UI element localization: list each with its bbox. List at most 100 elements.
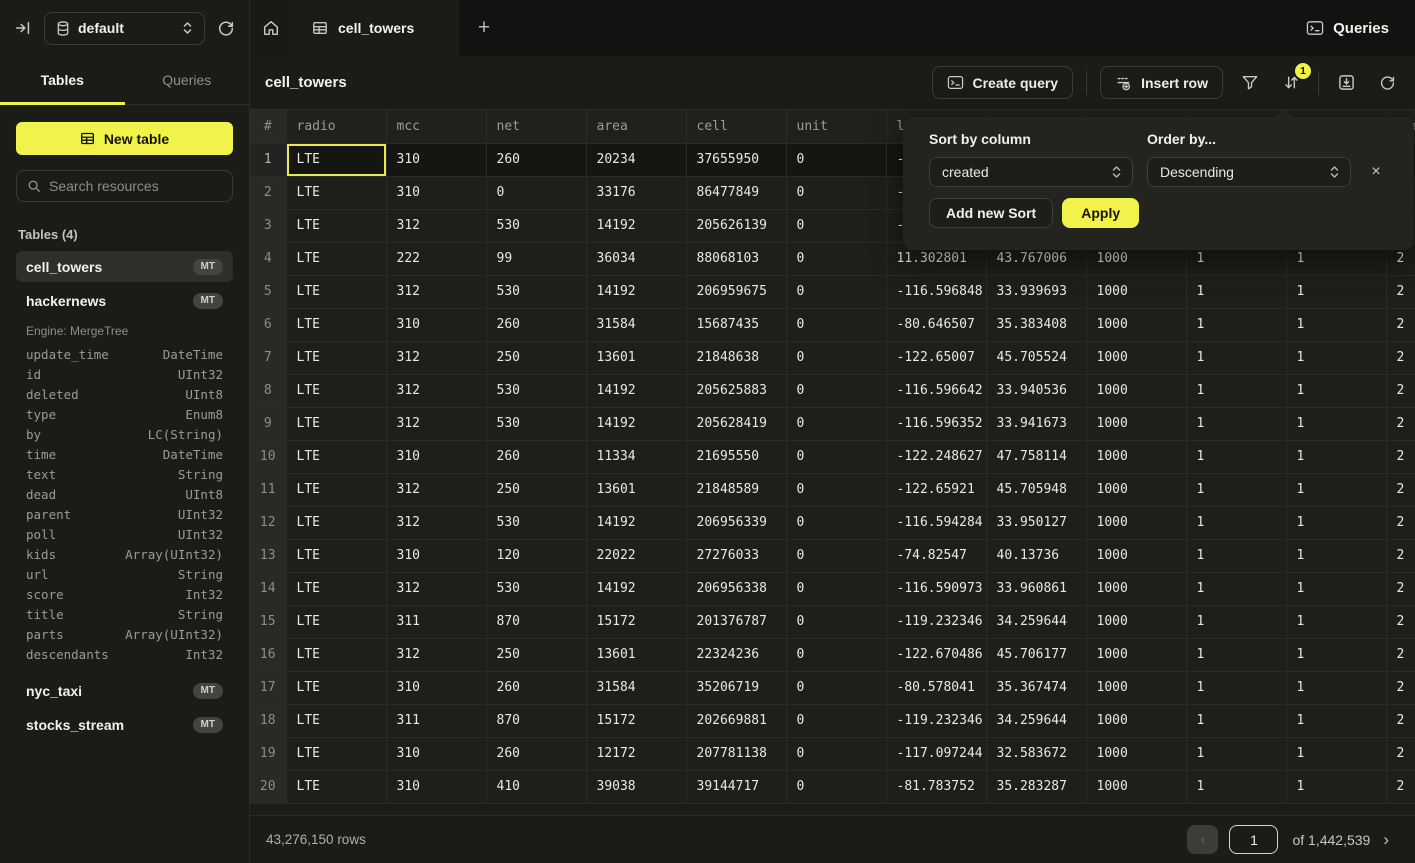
data-cell[interactable]: 37655950 [686, 143, 786, 176]
data-cell[interactable]: 1 [1286, 275, 1386, 308]
tab-cell-towers[interactable]: cell_towers [292, 0, 459, 56]
remove-sort-button[interactable]: × [1365, 163, 1387, 181]
data-cell[interactable]: LTE [286, 176, 386, 209]
data-cell[interactable]: 1 [1286, 407, 1386, 440]
data-cell[interactable]: 45.705524 [986, 341, 1086, 374]
data-cell[interactable]: 2 [1386, 737, 1415, 770]
column-header-radio[interactable]: radio [286, 110, 386, 143]
data-cell[interactable]: -116.596848 [886, 275, 986, 308]
data-cell[interactable]: 40.13736 [986, 539, 1086, 572]
home-button[interactable] [250, 0, 292, 56]
data-cell[interactable]: 13601 [586, 638, 686, 671]
data-cell[interactable]: 0 [786, 506, 886, 539]
data-cell[interactable]: 14192 [586, 275, 686, 308]
data-cell[interactable]: 33176 [586, 176, 686, 209]
sort-order-select[interactable]: Descending [1147, 157, 1351, 187]
data-cell[interactable]: LTE [286, 737, 386, 770]
data-cell[interactable]: 311 [386, 704, 486, 737]
data-cell[interactable]: 202669881 [686, 704, 786, 737]
data-cell[interactable]: 250 [486, 341, 586, 374]
data-cell[interactable]: 0 [786, 440, 886, 473]
data-cell[interactable]: 530 [486, 374, 586, 407]
data-cell[interactable]: 2 [1386, 638, 1415, 671]
data-cell[interactable]: 1000 [1086, 539, 1186, 572]
data-cell[interactable]: 250 [486, 638, 586, 671]
new-tab-button[interactable]: + [459, 0, 509, 56]
data-cell[interactable]: 260 [486, 671, 586, 704]
download-button[interactable] [1332, 69, 1360, 97]
data-cell[interactable]: -119.232346 [886, 704, 986, 737]
data-cell[interactable]: 0 [786, 572, 886, 605]
data-cell[interactable]: 1 [1186, 671, 1286, 704]
data-cell[interactable]: 1000 [1086, 572, 1186, 605]
data-cell[interactable]: 1 [1186, 341, 1286, 374]
data-cell[interactable]: -116.596352 [886, 407, 986, 440]
column-header-cell[interactable]: cell [686, 110, 786, 143]
data-cell[interactable]: 2 [1386, 308, 1415, 341]
data-cell[interactable]: 1 [1186, 605, 1286, 638]
data-cell[interactable]: 35.367474 [986, 671, 1086, 704]
data-cell[interactable]: 260 [486, 737, 586, 770]
data-cell[interactable]: 1000 [1086, 638, 1186, 671]
data-cell[interactable]: 310 [386, 539, 486, 572]
data-cell[interactable]: 0 [786, 737, 886, 770]
data-cell[interactable]: 0 [786, 605, 886, 638]
refresh-table-button[interactable] [1373, 69, 1401, 97]
data-cell[interactable]: LTE [286, 605, 386, 638]
data-cell[interactable]: 2 [1386, 473, 1415, 506]
data-cell[interactable]: 250 [486, 473, 586, 506]
data-cell[interactable]: 1000 [1086, 407, 1186, 440]
data-cell[interactable]: 20234 [586, 143, 686, 176]
data-cell[interactable]: LTE [286, 770, 386, 803]
data-cell[interactable]: 13601 [586, 341, 686, 374]
data-cell[interactable]: LTE [286, 473, 386, 506]
data-cell[interactable]: LTE [286, 506, 386, 539]
previous-page-button[interactable]: ‹ [1187, 825, 1218, 854]
data-cell[interactable]: 1000 [1086, 473, 1186, 506]
data-cell[interactable]: 1 [1286, 671, 1386, 704]
data-cell[interactable]: 310 [386, 143, 486, 176]
data-cell[interactable]: 14192 [586, 407, 686, 440]
data-cell[interactable]: 530 [486, 275, 586, 308]
data-cell[interactable]: -122.65007 [886, 341, 986, 374]
data-cell[interactable]: LTE [286, 242, 386, 275]
sidebar-item-hackernews[interactable]: hackernews MT [16, 285, 233, 316]
data-cell[interactable]: 530 [486, 209, 586, 242]
data-cell[interactable]: 205628419 [686, 407, 786, 440]
data-cell[interactable]: 0 [786, 143, 886, 176]
data-cell[interactable]: 310 [386, 770, 486, 803]
data-cell[interactable]: 1 [1286, 770, 1386, 803]
refresh-databases-icon[interactable] [217, 19, 235, 37]
data-cell[interactable]: 31584 [586, 308, 686, 341]
data-cell[interactable]: 0 [786, 374, 886, 407]
data-cell[interactable]: 0 [786, 341, 886, 374]
data-cell[interactable]: 1 [1186, 572, 1286, 605]
data-cell[interactable]: 2 [1386, 572, 1415, 605]
data-cell[interactable]: 1 [1286, 440, 1386, 473]
data-cell[interactable]: 1000 [1086, 506, 1186, 539]
data-cell[interactable]: 1 [1186, 473, 1286, 506]
data-cell[interactable]: 1 [1286, 374, 1386, 407]
sort-button[interactable]: 1 [1277, 69, 1305, 97]
data-cell[interactable]: LTE [286, 407, 386, 440]
data-cell[interactable]: -122.670486 [886, 638, 986, 671]
data-cell[interactable]: 33.940536 [986, 374, 1086, 407]
data-cell[interactable]: 11334 [586, 440, 686, 473]
sidebar-item-stocks-stream[interactable]: stocks_stream MT [16, 709, 233, 740]
data-cell[interactable]: 870 [486, 704, 586, 737]
queries-button[interactable]: Queries [1306, 0, 1415, 56]
data-cell[interactable]: 312 [386, 275, 486, 308]
data-cell[interactable]: 34.259644 [986, 605, 1086, 638]
data-cell[interactable]: LTE [286, 572, 386, 605]
data-cell[interactable]: 206956339 [686, 506, 786, 539]
create-query-button[interactable]: Create query [932, 66, 1074, 99]
data-cell[interactable]: 1 [1286, 638, 1386, 671]
data-cell[interactable]: 14192 [586, 506, 686, 539]
data-cell[interactable]: 310 [386, 440, 486, 473]
data-cell[interactable]: LTE [286, 704, 386, 737]
filter-button[interactable] [1236, 69, 1264, 97]
data-cell[interactable]: 21695550 [686, 440, 786, 473]
add-new-sort-button[interactable]: Add new Sort [929, 198, 1053, 228]
data-cell[interactable]: 36034 [586, 242, 686, 275]
data-cell[interactable]: 1000 [1086, 770, 1186, 803]
